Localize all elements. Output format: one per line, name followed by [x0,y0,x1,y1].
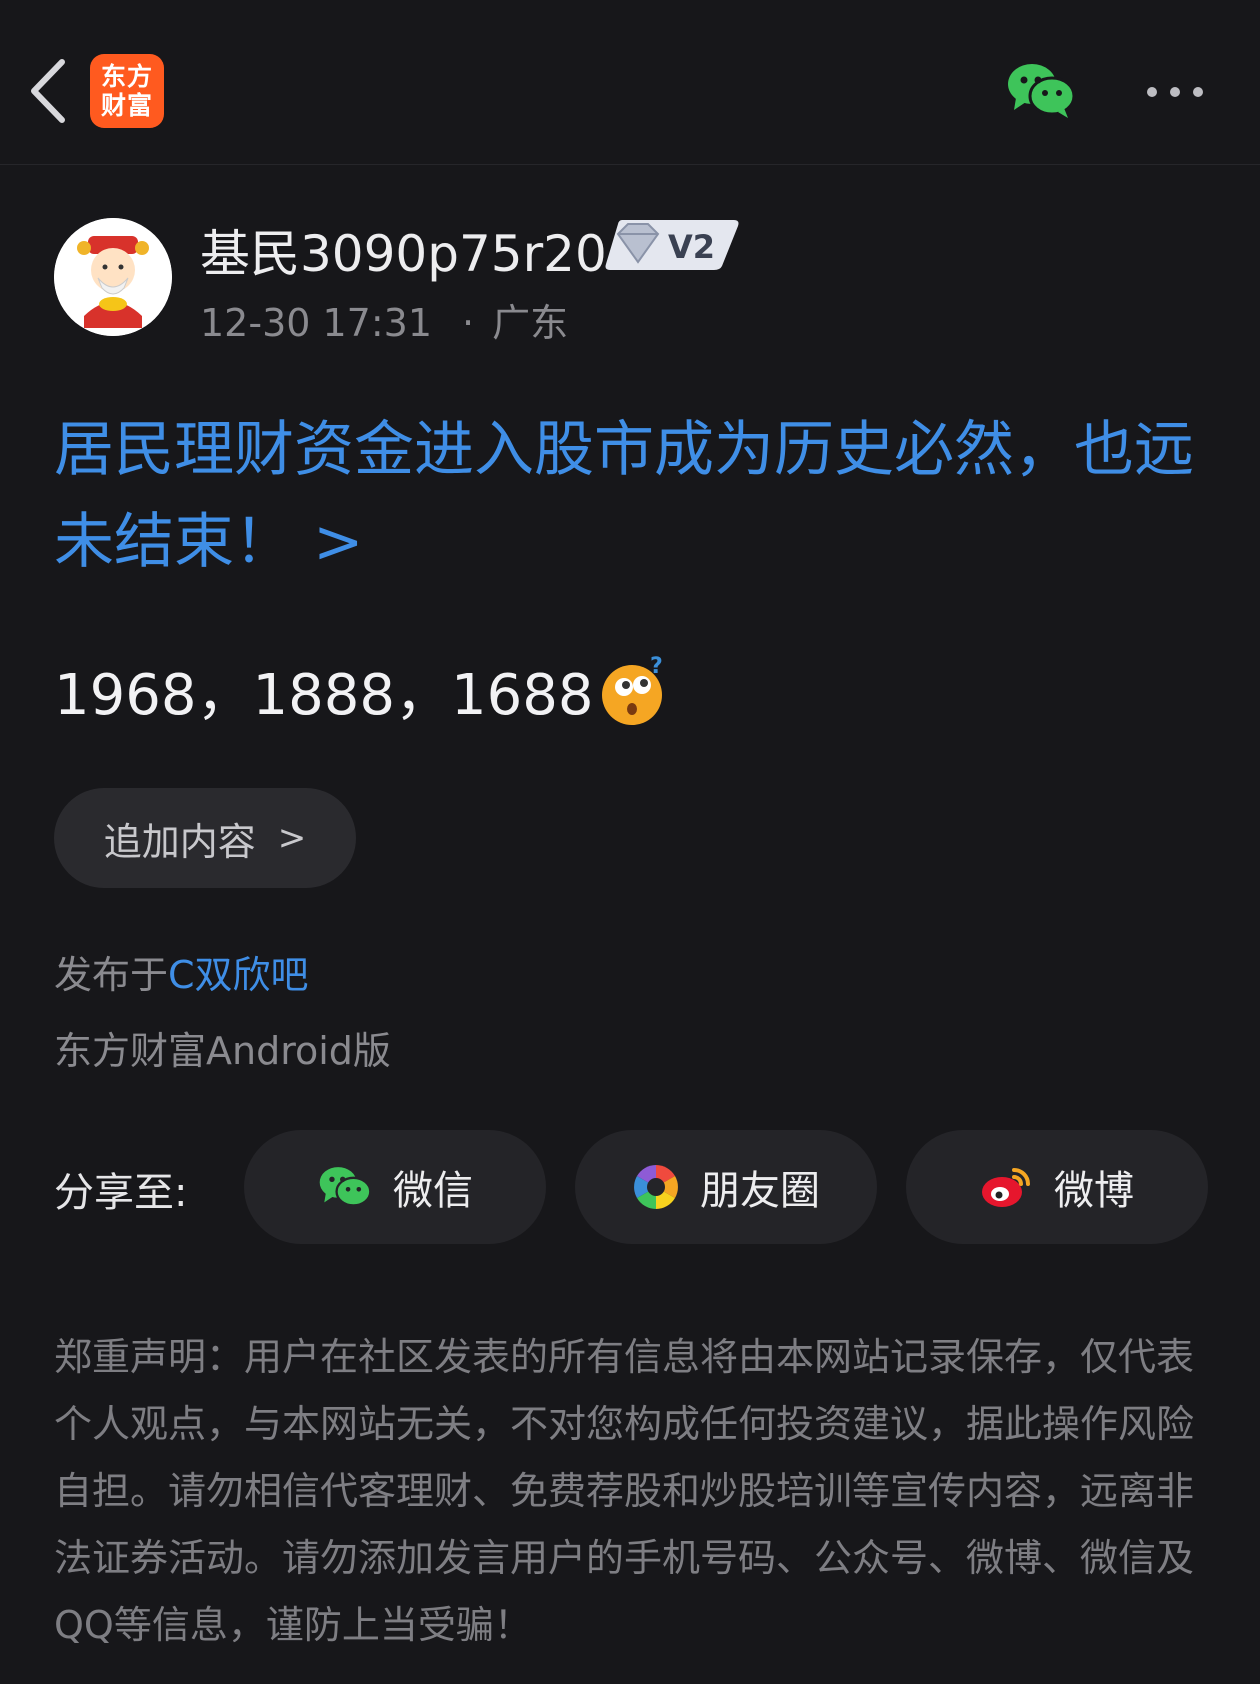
svg-text:?: ? [650,655,663,679]
chevron-right-icon: > [277,818,307,858]
published-prefix: 发布于 [54,953,169,997]
share-weibo-button[interactable]: 微博 [906,1130,1208,1244]
post-content-text: 1968，1888，1688 [54,663,594,728]
bar-link[interactable]: C双欣吧 [168,953,309,997]
share-label: 分享至: [54,1170,188,1216]
post-location: 广东 [492,301,569,345]
avatar[interactable] [54,218,172,336]
append-content-label: 追加内容 [103,819,256,864]
share-moments-button[interactable]: 朋友圈 [575,1130,877,1244]
post-time: 12-30 17:31 [200,301,433,345]
confused-emoji-icon: ? [601,655,663,725]
wechat-icon [319,1167,372,1207]
god-of-wealth-avatar-icon [54,218,172,336]
app-logo[interactable]: 东方 财富 [90,54,164,128]
chevron-left-icon[interactable] [26,56,72,126]
post-content: 1968，1888，1688 ? [54,650,670,731]
moments-icon [634,1165,678,1209]
share-wechat-label: 微信 [393,1168,473,1214]
client-info: 东方财富Android版 [54,1029,391,1073]
wechat-icon[interactable] [1006,60,1076,120]
published-in: 发布于C双欣吧 [54,944,309,999]
weibo-icon [982,1168,1030,1207]
vip-badge[interactable]: V2 [604,218,740,272]
vip-level-text: V2 [668,228,715,266]
more-dots-icon[interactable] [1144,82,1206,102]
post-title-link[interactable]: 居民理财资金进入股市成为历史必然，也远未结束！ > [54,404,1214,588]
share-wechat-button[interactable]: 微信 [244,1130,546,1244]
top-bar: 东方 财富 [0,0,1260,165]
disclaimer-text: 郑重声明：用户在社区发表的所有信息将由本网站记录保存，仅代表个人观点，与本网站无… [54,1335,1195,1647]
append-content-button[interactable]: 追加内容 > [54,788,356,888]
username[interactable]: 基民3090p75r20 [200,214,607,286]
share-moments-label: 朋友圈 [700,1168,820,1214]
post-meta: 12-30 17:31 · 广东 [200,292,568,347]
share-weibo-label: 微博 [1054,1168,1134,1214]
logo-text-line1: 东方 [100,62,153,91]
logo-text-line2: 财富 [100,91,153,120]
meta-separator: · [462,301,475,345]
